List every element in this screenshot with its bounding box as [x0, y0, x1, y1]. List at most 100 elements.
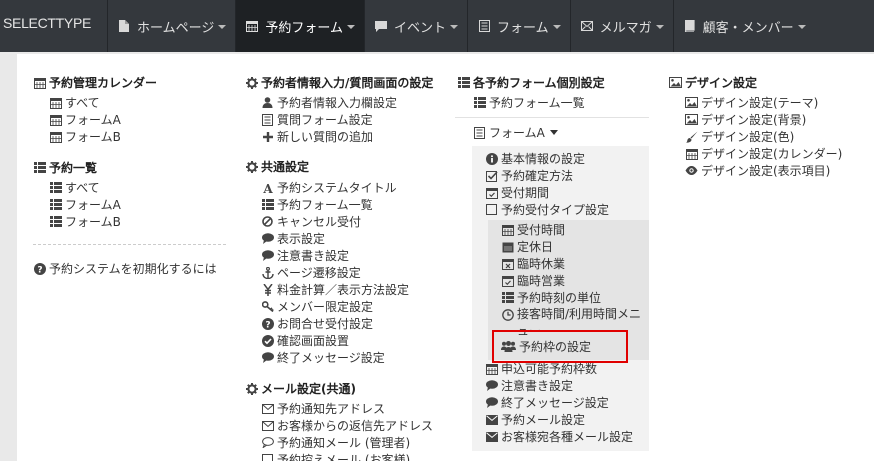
- comment-icon: [261, 249, 274, 262]
- form-a-dropdown[interactable]: フォームA: [473, 124, 558, 141]
- design-settings-heading[interactable]: デザイン設定: [669, 74, 757, 91]
- notify-address-link[interactable]: 予約通知先アドレス: [261, 400, 385, 417]
- key-icon: [261, 300, 274, 313]
- form-icon: [261, 113, 274, 126]
- form-notes-link[interactable]: 注意書き設定: [485, 377, 573, 394]
- forms-list-link[interactable]: 予約フォーム一覧: [473, 94, 585, 111]
- calendar-icon: [49, 130, 62, 143]
- page-transition-link[interactable]: ページ遷移設定: [261, 264, 361, 281]
- nav-customer-member[interactable]: 顧客・メンバー: [672, 0, 815, 52]
- reservation-list-heading[interactable]: 予約一覧: [33, 159, 97, 176]
- info-circle-icon: [485, 152, 498, 165]
- list-forma-link[interactable]: フォームA: [49, 196, 121, 213]
- eye-icon: [685, 164, 698, 177]
- cancel-acceptance-link[interactable]: キャンセル受付: [261, 213, 361, 230]
- reception-hours-link[interactable]: 受付時間: [501, 221, 565, 238]
- list-icon: [49, 181, 62, 194]
- svg-text:A: A: [262, 182, 273, 194]
- end-message-link[interactable]: 終了メッセージ設定: [261, 349, 385, 366]
- nav-reservation-form[interactable]: 予約フォーム: [235, 0, 364, 52]
- nav-label: イベント: [393, 20, 446, 36]
- add-question-link[interactable]: 新しい質問の追加: [261, 128, 373, 145]
- square-outline-icon: [261, 453, 274, 461]
- design-color-link[interactable]: デザイン設定(色): [685, 128, 794, 145]
- max-slots-link[interactable]: 申込可能予約枠数: [485, 360, 597, 377]
- nav-label: ホームページ: [137, 20, 215, 36]
- calendar-icon: [485, 362, 498, 375]
- mail-settings-heading[interactable]: メール設定(共通): [245, 380, 356, 397]
- design-background-link[interactable]: デザイン設定(背景): [685, 111, 806, 128]
- reservation-mail-link[interactable]: 予約メール設定: [485, 411, 585, 428]
- divider: [455, 117, 649, 118]
- confirm-screen-link[interactable]: 確認画面設置: [261, 332, 349, 349]
- confirm-method-link[interactable]: 予約確定方法: [485, 167, 573, 184]
- list-all-link[interactable]: すべて: [49, 179, 100, 196]
- time-unit-link[interactable]: 予約時刻の単位: [501, 289, 601, 306]
- form-icon: [473, 126, 486, 139]
- chat-icon: [374, 19, 388, 33]
- common-settings-heading[interactable]: 共通設定: [245, 158, 309, 175]
- brand-logo[interactable]: SELECTTYPE: [3, 15, 91, 31]
- image-icon: [669, 76, 682, 89]
- member-only-link[interactable]: メンバー限定設定: [261, 298, 373, 315]
- clock-icon: [501, 308, 514, 321]
- comment-icon: [261, 351, 274, 364]
- caret-down-icon: [797, 25, 806, 29]
- nav-form[interactable]: フォーム: [467, 0, 570, 52]
- applicant-input-settings-link[interactable]: 予約者情報入力欄設定: [261, 94, 397, 111]
- acceptance-type-link[interactable]: 予約受付タイプ設定: [485, 201, 609, 218]
- reply-address-link[interactable]: お客様からの返信先アドレス: [261, 417, 433, 434]
- temporary-closure-link[interactable]: 臨時休業: [501, 255, 565, 272]
- inquiry-settings-link[interactable]: ? お問合せ受付設定: [261, 315, 373, 332]
- system-title-link[interactable]: A 予約システムタイトル: [261, 179, 397, 196]
- comment-outline-icon: [261, 436, 274, 449]
- init-system-link[interactable]: ? 予約システムを初期化するには: [33, 260, 217, 277]
- envelope-outline-icon: [261, 402, 274, 415]
- square-outline-icon: [485, 203, 498, 216]
- comment-icon: [485, 379, 498, 392]
- pricing-settings-link[interactable]: 料金計算／表示方法設定: [261, 281, 409, 298]
- calendar-formb-link[interactable]: フォームB: [49, 128, 121, 145]
- calendar-all-link[interactable]: すべて: [49, 94, 100, 111]
- gear-icon: [245, 160, 258, 173]
- acceptance-period-link[interactable]: 受付期間: [485, 184, 549, 201]
- admin-notify-mail-link[interactable]: 予約通知メール (管理者): [261, 434, 410, 451]
- applicant-settings-heading[interactable]: 予約者情報入力/質問画面の設定: [245, 74, 433, 91]
- design-calendar-link[interactable]: デザイン設定(カレンダー): [685, 145, 842, 162]
- form-list-link[interactable]: 予約フォーム一覧: [261, 196, 373, 213]
- caret-down-icon: [549, 130, 558, 135]
- design-display-items-link[interactable]: デザイン設定(表示項目): [685, 162, 830, 179]
- calendar-icon: [501, 240, 514, 253]
- svg-text:?: ?: [37, 265, 42, 275]
- comment-icon: [261, 232, 274, 245]
- individual-form-heading[interactable]: 各予約フォーム個別設定: [457, 74, 605, 91]
- comment-icon: [485, 396, 498, 409]
- nav-homepage[interactable]: ホームページ: [107, 0, 235, 52]
- nav-mailmag[interactable]: メルマガ: [569, 0, 673, 52]
- list-formb-link[interactable]: フォームB: [49, 213, 121, 230]
- calendar-heading[interactable]: 予約管理カレンダー: [33, 74, 157, 91]
- yen-icon: [261, 283, 274, 296]
- temporary-open-link[interactable]: 臨時営業: [501, 272, 565, 289]
- page-icon: [117, 19, 131, 33]
- caret-down-icon: [655, 25, 664, 29]
- caret-down-icon: [450, 25, 458, 29]
- basic-info-link[interactable]: 基本情報の設定: [485, 150, 585, 167]
- customer-mail-link[interactable]: お客様宛各種メール設定: [485, 428, 633, 445]
- list-icon: [261, 198, 274, 211]
- customer-copy-mail-link[interactable]: 予約控えメール (お客様): [261, 451, 410, 461]
- user-icon: [261, 96, 274, 109]
- display-settings-link[interactable]: 表示設定: [261, 230, 325, 247]
- anchor-icon: [261, 266, 274, 279]
- regular-holiday-link[interactable]: 定休日: [501, 238, 553, 255]
- check-circle-icon: [261, 334, 274, 347]
- design-theme-link[interactable]: デザイン設定(テーマ): [685, 94, 818, 111]
- form-end-message-link[interactable]: 終了メッセージ設定: [485, 394, 609, 411]
- notes-settings-link[interactable]: 注意書き設定: [261, 247, 349, 264]
- question-circle-icon: ?: [261, 317, 274, 330]
- plus-icon: [261, 130, 274, 143]
- nav-event[interactable]: イベント: [363, 0, 467, 52]
- question-form-settings-link[interactable]: 質問フォーム設定: [261, 111, 373, 128]
- caret-down-icon: [346, 25, 355, 29]
- calendar-forma-link[interactable]: フォームA: [49, 111, 121, 128]
